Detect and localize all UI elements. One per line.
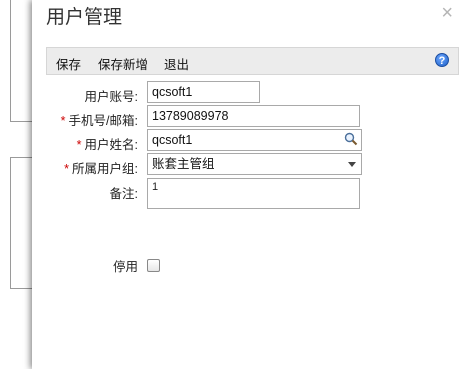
help-icon[interactable]: ?: [435, 53, 449, 67]
dialog-title: 用户管理: [46, 7, 123, 28]
phone-email-input[interactable]: 13789089978: [147, 105, 360, 127]
required-mark: *: [64, 162, 70, 176]
remark-textarea[interactable]: 1: [147, 178, 360, 209]
exit-button[interactable]: 退出: [164, 54, 189, 73]
required-mark: *: [76, 138, 82, 152]
required-mark: *: [60, 114, 66, 128]
search-icon[interactable]: [344, 132, 358, 146]
user-name-label: * 用户姓名:: [76, 138, 138, 152]
disabled-label: 停用: [112, 260, 138, 274]
remark-label: 备注:: [109, 187, 138, 201]
chevron-down-icon[interactable]: [348, 162, 356, 167]
toolbar: 保存 保存新增 退出 ?: [46, 47, 459, 75]
user-group-select[interactable]: 账套主管组: [147, 153, 362, 175]
account-label: 用户账号:: [84, 90, 138, 104]
phone-email-label: * 手机号/邮箱:: [60, 114, 138, 128]
save-and-new-button[interactable]: 保存新增: [98, 54, 148, 73]
user-name-input[interactable]: qcsoft1: [147, 129, 362, 151]
close-icon[interactable]: ×: [441, 2, 453, 25]
save-button[interactable]: 保存: [56, 54, 81, 73]
user-group-label: * 所属用户组:: [64, 162, 138, 176]
account-input[interactable]: qcsoft1: [147, 81, 260, 103]
disabled-checkbox[interactable]: [147, 259, 160, 272]
